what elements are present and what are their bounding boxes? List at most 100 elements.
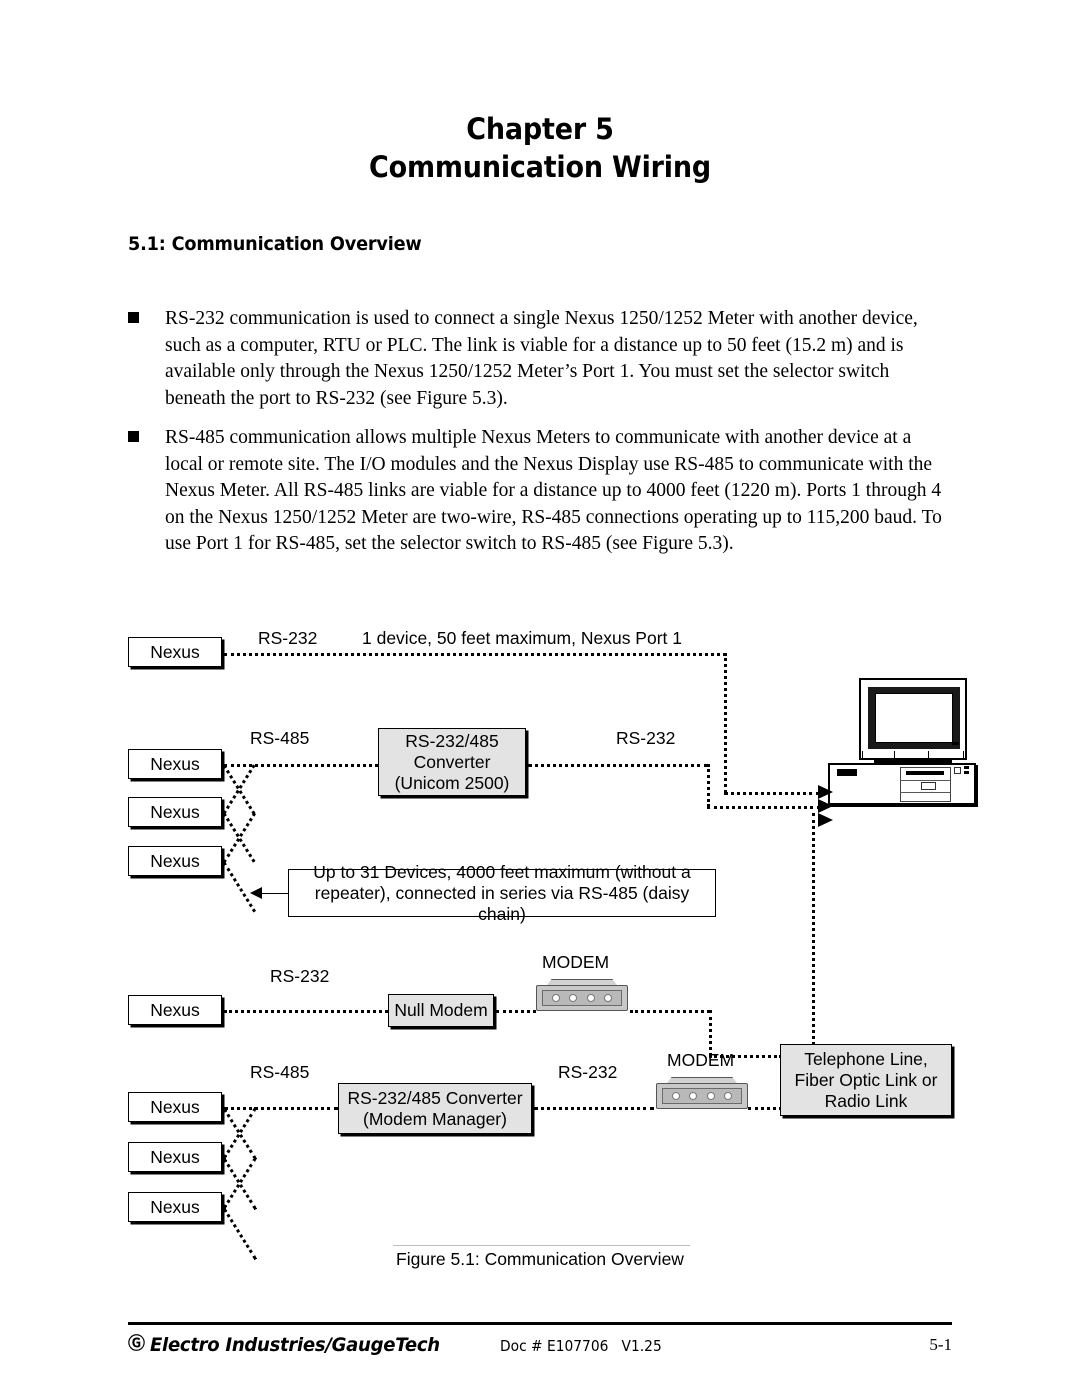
converter-unicom-line1: RS-232/485 (405, 730, 499, 751)
dotted-connector-rs485-to-modemmanager (224, 1107, 338, 1110)
label-rs485-lower: RS-485 (250, 1062, 310, 1082)
case-indicator-icon (964, 766, 969, 769)
dotted-connector-converter-down (707, 764, 710, 807)
nexus-box: Nexus (128, 797, 222, 827)
bullet-text: RS-485 communication allows multiple Nex… (165, 427, 942, 554)
label-modem-bottom: MODEM (667, 1050, 735, 1070)
monitor-base-divider (894, 751, 895, 758)
link-line1: Telephone Line, (804, 1048, 928, 1069)
converter-modem-manager-box: RS-232/485 Converter (Modem Manager) (338, 1083, 532, 1134)
null-modem-box: Null Modem (388, 994, 494, 1027)
dotted-connector-modemmanager-to-modem (534, 1107, 654, 1110)
telephone-link-box: Telephone Line, Fiber Optic Link or Radi… (780, 1044, 952, 1116)
converter-modem-line1: RS-232/485 Converter (347, 1087, 523, 1108)
link-line2: Fiber Optic Link or (794, 1069, 938, 1090)
monitor-base (862, 751, 964, 758)
monitor-screen (875, 693, 953, 743)
overview-bullet-list: RS-232 communication is used to connect … (128, 306, 952, 571)
dotted-connector-rs232-top (224, 653, 726, 656)
dotted-connector-converter-right (707, 806, 820, 809)
note-pointer-line (262, 893, 288, 894)
label-top-note: 1 device, 50 feet maximum, Nexus Port 1 (362, 628, 682, 648)
daisy-note-line1: Up to 31 Devices, 4000 feet maximum (wit… (313, 861, 691, 882)
pc-input-arrow-icon (818, 785, 833, 799)
monitor-base-divider (928, 751, 929, 758)
label-rs232-lower-right: RS-232 (558, 1062, 618, 1082)
modem-port-strip (542, 990, 622, 1006)
modem-port-strip (662, 1088, 742, 1104)
chapter-heading: Chapter 5 Communication Wiring (38, 110, 1042, 186)
nexus-box: Nexus (128, 995, 222, 1025)
modem-port-icon (552, 994, 561, 1002)
pc-input-arrow-icon (818, 799, 833, 813)
case-button-icon (954, 767, 961, 774)
computer-illustration (828, 678, 980, 810)
nexus-box: Nexus (128, 749, 222, 779)
dotted-connector-nullmodem-to-modem (496, 1010, 536, 1013)
modem-icon-bottom (656, 1077, 748, 1109)
caption-divider (393, 1245, 690, 1246)
nexus-box: Nexus (128, 846, 222, 876)
company-name: Electro Industries/GaugeTech (150, 1334, 440, 1356)
label-modem-top: MODEM (542, 952, 610, 972)
nexus-label: Nexus (150, 1146, 200, 1167)
converter-unicom-line3: (Unicom 2500) (394, 772, 510, 793)
nexus-label: Nexus (150, 1196, 200, 1217)
modem-port-icon (603, 994, 612, 1002)
nexus-label: Nexus (150, 850, 200, 871)
label-rs232-modem: RS-232 (270, 966, 330, 986)
case-panel-line (900, 792, 951, 793)
nexus-box: Nexus (128, 637, 222, 667)
modem-port-icon (586, 994, 595, 1002)
nexus-box: Nexus (128, 1092, 222, 1122)
dotted-connector-modem-top-right (630, 1010, 710, 1013)
dotted-connector-nexus-to-nullmodem (224, 1010, 388, 1013)
square-bullet-icon (128, 431, 139, 442)
figure-communication-overview: RS-232 1 device, 50 feet maximum, Nexus … (0, 600, 1080, 1280)
document-page: Chapter 5 Communication Wiring 5.1: Comm… (0, 0, 1080, 1397)
converter-unicom-line2: Converter (413, 751, 491, 772)
company-logo-icon: Ⓖ (128, 1334, 145, 1354)
pc-input-arrow-icon (818, 813, 833, 827)
list-item: RS-232 communication is used to connect … (128, 306, 952, 412)
modem-port-icon (706, 1092, 715, 1100)
footer-divider (128, 1322, 952, 1325)
figure-caption: Figure 5.1: Communication Overview (396, 1249, 684, 1269)
dotted-connector-modem-bottom-to-link (748, 1107, 782, 1110)
nexus-label: Nexus (150, 753, 200, 774)
page-footer: Ⓖ Electro Industries/GaugeTech Doc # E10… (128, 1331, 952, 1359)
case-panel-line (900, 780, 951, 781)
case-drive-slot-icon (906, 771, 944, 775)
modem-port-icon (723, 1092, 732, 1100)
modem-port-icon (672, 1092, 681, 1100)
nexus-label: Nexus (150, 801, 200, 822)
list-item: RS-485 communication allows multiple Nex… (128, 425, 952, 558)
nexus-label: Nexus (150, 999, 200, 1020)
square-bullet-icon (128, 312, 139, 323)
nexus-label: Nexus (150, 641, 200, 662)
converter-unicom-box: RS-232/485 Converter (Unicom 2500) (378, 728, 526, 796)
dotted-connector-link-to-pc (812, 813, 815, 1045)
converter-modem-line2: (Modem Manager) (363, 1108, 507, 1129)
dotted-connector-rs485-to-converter (224, 764, 378, 767)
case-indicator-icon (964, 771, 969, 774)
chapter-label: Chapter 5 (466, 112, 614, 146)
label-rs485-upper: RS-485 (250, 728, 310, 748)
dotted-connector-top-to-pc (724, 792, 820, 795)
monitor-power-led-icon (952, 742, 959, 745)
nexus-label: Nexus (150, 1096, 200, 1117)
modem-icon-top (536, 979, 628, 1011)
nexus-box: Nexus (128, 1142, 222, 1172)
label-rs232-upper-right: RS-232 (616, 728, 676, 748)
modem-port-icon (569, 994, 578, 1002)
case-badge (837, 769, 857, 776)
nexus-box: Nexus (128, 1192, 222, 1222)
bullet-text: RS-232 communication is used to connect … (165, 308, 918, 409)
daisy-chain-note-box: Up to 31 Devices, 4000 feet maximum (wit… (288, 862, 716, 924)
page-number: 5-1 (929, 1335, 952, 1354)
daisy-note-line2: repeater), connected in series via RS-48… (314, 882, 690, 924)
document-number: Doc # E107706 V1.25 (500, 1337, 662, 1355)
modem-port-icon (689, 1092, 698, 1100)
link-line3: Radio Link (824, 1090, 908, 1111)
dotted-connector-converter-to-pc (528, 764, 708, 767)
